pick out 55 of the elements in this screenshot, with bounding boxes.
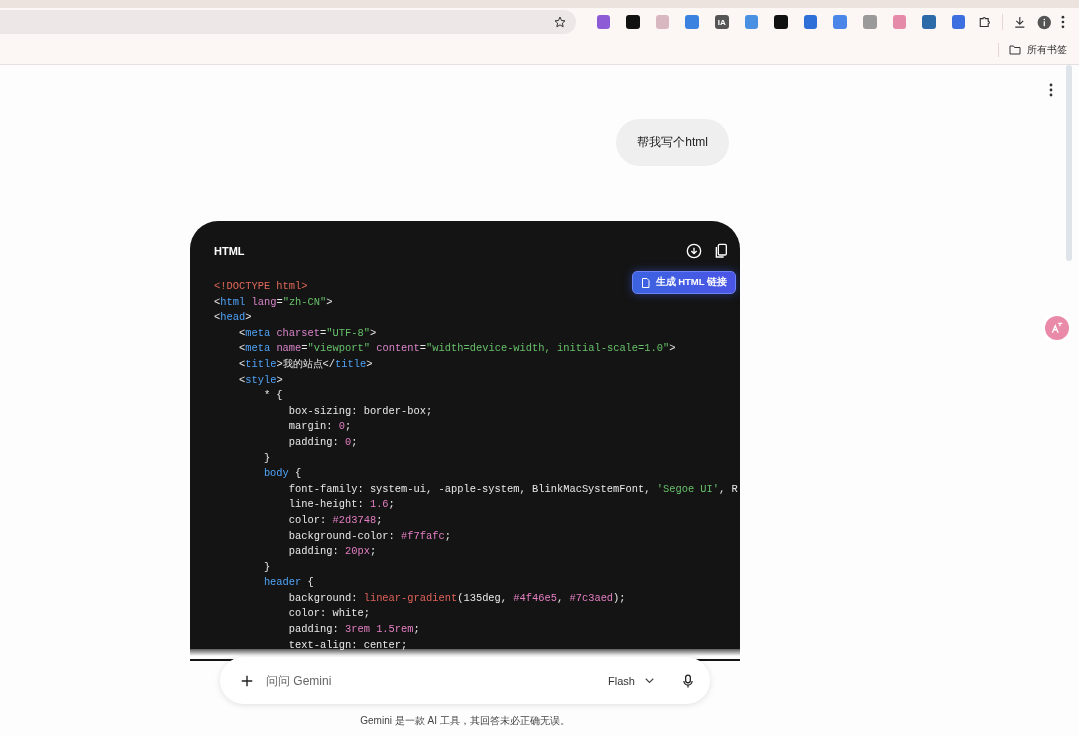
- code-line: * {: [262, 388, 283, 404]
- generate-link-button[interactable]: 生成 HTML 链接: [631, 271, 736, 294]
- code-line: <style>: [237, 372, 283, 388]
- prompt-input[interactable]: 问问 Gemini: [264, 672, 593, 689]
- disclaimer: Gemini 是一款 AI 工具，其回答未必正确无误。: [360, 715, 570, 726]
- code-line: margin: 0;: [287, 419, 352, 435]
- code-line: }: [262, 559, 271, 575]
- folder-icon: [1009, 45, 1021, 55]
- code-line: <meta name="viewport" content="width=device-width, initial-scale=1.0">: [237, 341, 676, 357]
- star-icon[interactable]: [553, 16, 566, 28]
- code-line: box-sizing: border-box;: [287, 403, 433, 419]
- code-line: background: linear-gradient(135deg, #4f46e5, #7c3aed);: [287, 590, 626, 606]
- code-line: header {: [262, 575, 314, 591]
- download-icon[interactable]: [1013, 15, 1027, 29]
- puzzle-icon[interactable]: [978, 15, 993, 29]
- extension-icon[interactable]: [922, 15, 936, 29]
- code-line: padding: 0;: [287, 434, 358, 450]
- bookmarks-folder[interactable]: 所有书签: [998, 43, 1067, 57]
- menu-icon[interactable]: [1061, 15, 1066, 29]
- download-icon[interactable]: [686, 243, 702, 259]
- add-icon[interactable]: [240, 673, 254, 688]
- scrollbar[interactable]: [1066, 65, 1072, 261]
- code-line: text-align: center;: [287, 637, 408, 653]
- code-line: color: #2d3748;: [287, 512, 383, 528]
- model-selector[interactable]: Flash: [602, 673, 660, 688]
- extension-icon[interactable]: [596, 15, 611, 29]
- microphone-icon[interactable]: [682, 673, 694, 688]
- info-icon[interactable]: [1036, 14, 1052, 30]
- chevron-icon: [645, 677, 654, 684]
- translate-icon[interactable]: [1045, 316, 1069, 340]
- code-line: padding: 20px;: [287, 544, 377, 560]
- extension-icon[interactable]: [892, 15, 907, 29]
- code-line: background-color: #f7fafc;: [287, 528, 451, 544]
- code-line: font-family: system-ui, -apple-system, BlinkMacSystemFont, 'Segoe UI', R: [287, 481, 738, 497]
- code-line: }: [262, 450, 271, 466]
- code-line: padding: 3rem 1.5rem;: [287, 622, 420, 638]
- copy-icon[interactable]: [714, 243, 728, 259]
- extension-icon[interactable]: [774, 15, 788, 29]
- code-language: HTML: [214, 245, 245, 257]
- code-line: <head>: [214, 310, 252, 326]
- extension-icon[interactable]: IA: [714, 15, 729, 29]
- code-line: <meta charset="UTF-8">: [237, 325, 377, 341]
- code-line: line-height: 1.6;: [287, 497, 395, 513]
- code-line: color: white;: [287, 606, 370, 622]
- more-icon[interactable]: [1049, 83, 1053, 97]
- code-line: <html lang="zh-CN">: [214, 294, 333, 310]
- user-message: 帮我写个html: [616, 119, 729, 166]
- extension-icon[interactable]: [951, 15, 966, 29]
- document-icon: [640, 277, 650, 288]
- extension-icon[interactable]: [626, 15, 640, 29]
- extension-icon[interactable]: [803, 15, 818, 29]
- code-line: body {: [262, 466, 302, 482]
- code-line: <title>我的站点</title>: [237, 356, 373, 372]
- code-line: <!DOCTYPE html>: [214, 279, 308, 294]
- extension-icon[interactable]: [744, 15, 759, 29]
